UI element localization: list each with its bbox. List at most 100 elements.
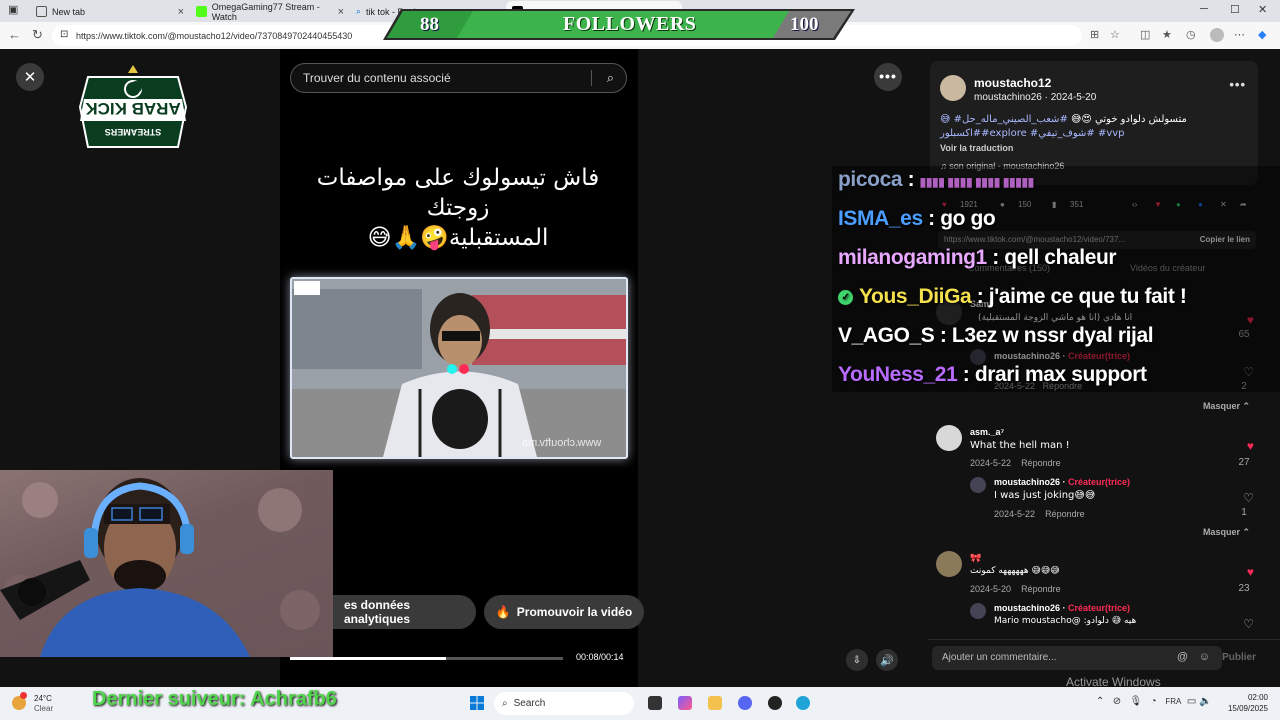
comment-placeholder: Ajouter un commentaire... — [942, 652, 1057, 663]
copilot-icon[interactable]: ◆ — [1258, 28, 1266, 41]
commenter-avatar[interactable] — [936, 551, 962, 577]
tab-actions-icon[interactable]: ▣ — [8, 3, 18, 16]
commenter-name[interactable]: asm._a⁷ — [970, 427, 1004, 437]
author-name[interactable]: moustacho12 — [974, 76, 1051, 90]
video-progress-bar[interactable] — [290, 657, 563, 660]
volume-button[interactable]: 🔊 — [876, 649, 898, 671]
autoscroll-button[interactable]: ⇩ — [846, 649, 868, 671]
translate-link[interactable]: Voir la traduction — [940, 143, 1013, 153]
chat-message: V_AGO_S : L3ez w nssr dyal rijal — [838, 324, 1154, 347]
comment-reply: moustachino26 · Créateur(trice) I was ju… — [936, 477, 1266, 521]
tab-label: OmegaGaming77 Stream - Watch — [211, 1, 320, 22]
edge-icon[interactable] — [796, 696, 810, 710]
search-icon[interactable]: ⌕ — [607, 70, 614, 86]
author-avatar[interactable] — [940, 75, 966, 101]
favorites-icon[interactable]: ★ — [1162, 28, 1172, 41]
wifi-icon[interactable]: ◔ — [1151, 696, 1157, 707]
creator-avatar[interactable] — [970, 603, 986, 619]
language-indicator[interactable]: FRA — [1165, 697, 1181, 706]
maximize-icon[interactable]: ☐ — [1230, 3, 1240, 16]
windows-start-icon[interactable] — [470, 696, 484, 710]
chat-message: YouNess_21 : drari max support — [838, 363, 1147, 386]
caption-text: متسولش دلوادو خوتي 😍😅 — [1067, 114, 1187, 125]
publish-button[interactable]: Publier — [1222, 652, 1256, 663]
heart-icon[interactable]: ♥ — [1247, 439, 1254, 453]
comment-likes: 27 — [1238, 457, 1250, 468]
commenter-avatar[interactable] — [936, 425, 962, 451]
creator-avatar[interactable] — [970, 477, 986, 493]
back-icon[interactable]: ← — [8, 27, 21, 42]
taskbar-search-label: Search — [513, 698, 546, 709]
system-tray: ⌃ ⊘ 🎙 ◔ FRA ▭ 🔈 — [1096, 696, 1212, 707]
site-info-icon[interactable]: ⊡ — [60, 29, 68, 40]
clock-date: 15/09/2025 — [1227, 704, 1268, 713]
hide-replies-link[interactable]: Masquer ⌃ — [1203, 401, 1250, 412]
chat-username: picoca — [838, 168, 903, 191]
speaker-icon[interactable]: 🔈 — [1199, 696, 1211, 707]
close-window-icon[interactable]: ✕ — [1258, 3, 1267, 16]
copilot-app-icon[interactable] — [678, 696, 692, 710]
reply-author[interactable]: moustachino26 · Créateur(trice) — [994, 603, 1130, 613]
more-dots-icon: ••• — [879, 68, 897, 84]
comment-reply: moustachino26 · Créateur(trice) Mario mo… — [936, 603, 1266, 633]
post-menu-icon[interactable]: ••• — [1229, 77, 1246, 92]
chat-text: ▮▮▮▮ ▮▮▮▮ ▮▮▮▮ ▮▮▮▮▮ — [919, 175, 1035, 189]
analytics-label: es données analytiques — [344, 598, 411, 626]
streamer-webcam — [0, 470, 333, 657]
arab-kick-streamers-logo: ARAB KICK STREAMERS — [78, 65, 188, 148]
discord-icon[interactable] — [738, 696, 752, 710]
app-available-icon[interactable]: ⊞ — [1090, 28, 1099, 41]
network-icon[interactable]: ⊘ — [1113, 696, 1121, 707]
comment-text: What the hell man ! — [970, 440, 1070, 451]
menu-dots-icon[interactable]: ⋯ — [1234, 28, 1245, 41]
chat-message: ISMA_es : go go — [838, 207, 996, 230]
history-icon[interactable]: ◷ — [1186, 28, 1196, 41]
reply-author[interactable]: moustachino26 · Créateur(trice) — [994, 477, 1130, 487]
tab-close-icon[interactable]: × — [178, 6, 184, 18]
chat-text: drari max support — [974, 363, 1147, 386]
more-options-button[interactable]: ••• — [874, 63, 902, 91]
clock[interactable]: 02:00 15/09/2025 — [1228, 692, 1268, 714]
emoji-icon[interactable]: ☺ — [1199, 651, 1210, 663]
tray-overflow-icon[interactable]: ⌃ — [1096, 696, 1104, 707]
favorite-star-icon[interactable]: ☆ — [1110, 28, 1120, 41]
logo-text-main: ARAB KICK — [85, 99, 181, 118]
reply-link[interactable]: Répondre — [1021, 584, 1061, 594]
stream-chat-overlay: picoca : ▮▮▮▮ ▮▮▮▮ ▮▮▮▮ ▮▮▮▮▮ ISMA_es : … — [832, 166, 1280, 392]
tab-omegagaming[interactable]: OmegaGaming77 Stream - Watch × — [190, 1, 350, 22]
tab-close-icon[interactable]: × — [338, 6, 344, 18]
commenter-name[interactable]: 🎀 — [970, 553, 981, 564]
task-view-icon[interactable] — [648, 696, 662, 710]
heart-icon[interactable]: ♥ — [1247, 565, 1254, 579]
heart-outline-icon[interactable]: ♡ — [1243, 491, 1254, 505]
followers-goal: 100 — [790, 14, 819, 35]
heart-outline-icon[interactable]: ♡ — [1243, 617, 1254, 631]
mention-icon[interactable]: @ — [1177, 651, 1188, 663]
hide-label: Masquer — [1202, 401, 1240, 411]
related-content-search[interactable]: Trouver du contenu associé ⌕ — [290, 63, 627, 93]
chat-text: j'aime ce que tu fait ! — [988, 285, 1187, 308]
reply-link[interactable]: Répondre — [1045, 509, 1085, 519]
reply-author-name: moustachino26 — [994, 477, 1061, 487]
reply-link[interactable]: Répondre — [1021, 458, 1061, 468]
analytics-button[interactable]: es données analytiques — [332, 595, 476, 629]
close-video-button[interactable]: ✕ — [16, 63, 44, 91]
profile-avatar[interactable] — [1210, 28, 1224, 42]
microphone-icon[interactable]: 🎙 — [1129, 696, 1142, 707]
video-time: 00:08/00:14 — [576, 652, 624, 662]
taskbar-search[interactable]: ⌕ Search — [494, 692, 634, 715]
file-explorer-icon[interactable] — [708, 696, 722, 710]
split-screen-icon[interactable]: ◫ — [1140, 28, 1150, 41]
obs-icon[interactable] — [768, 696, 782, 710]
refresh-icon[interactable]: ↻ — [32, 27, 43, 43]
network-status-icon[interactable]: ▭ — [1187, 696, 1196, 707]
comment-input[interactable]: Ajouter un commentaire... @ ☺ — [932, 646, 1222, 670]
hide-replies-link[interactable]: Masquer ⌃ — [1203, 527, 1250, 538]
minimize-icon[interactable]: ─ — [1200, 3, 1208, 15]
chat-text: qell chaleur — [1004, 246, 1117, 269]
follower-goal-overlay: 88 FOLLOWERS 100 — [383, 9, 855, 42]
promote-video-button[interactable]: 🔥 Promouvoir la vidéo — [484, 595, 644, 629]
tab-new-tab[interactable]: New tab × — [30, 1, 190, 22]
reply-author-name: moustachino26 — [994, 603, 1061, 613]
comment-date: 2024-5-20 — [970, 584, 1012, 594]
